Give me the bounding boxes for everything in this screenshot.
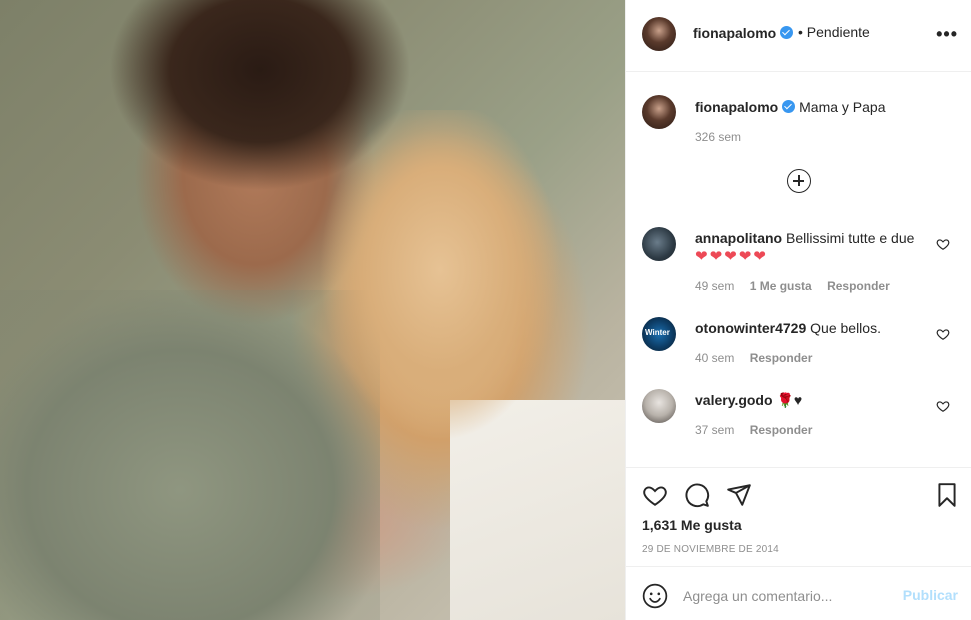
comment-time[interactable]: 40 sem [695,351,734,365]
comment-meta: 49 sem 1 Me gusta Responder [695,279,902,293]
commenter-avatar[interactable]: Winter [642,317,676,351]
bookmark-icon[interactable] [934,482,960,508]
commenter-username[interactable]: annapolitano [695,230,782,246]
commenter-username[interactable]: valery.godo [695,392,773,408]
comment-body: Bellissimi tutte e due [786,230,915,246]
comment-text: annapolitano Bellissimi tutte e due ❤❤❤❤… [695,229,925,266]
comment-text: otonowinter4729 Que bellos. [695,319,925,337]
avatar-text: Winter [645,328,670,337]
caption-username[interactable]: fionapalomo [695,99,778,115]
comment-like-heart-icon[interactable] [936,327,950,341]
post-header: fionapalomo • Pendiente ••• [626,0,971,72]
reply-button[interactable]: Responder [750,351,813,365]
comment-like-heart-icon[interactable] [936,399,950,413]
reply-button[interactable]: Responder [750,423,813,437]
comment-meta: 40 sem Responder [695,351,824,365]
comment-emoji: ❤❤❤❤❤ [695,248,768,265]
caption-body: Mama y Papa [799,99,886,115]
add-comment-bar: Publicar [626,566,971,620]
comment-body: Que bellos. [810,320,881,336]
post-actions: 1,631 Me gusta 29 DE NOVIEMBRE DE 2014 [626,467,971,565]
author-username[interactable]: fionapalomo [693,25,794,41]
photo-region [320,110,560,440]
emoji-icon[interactable] [642,583,668,609]
comment-time[interactable]: 49 sem [695,279,734,293]
comment-text: valery.godo 🌹♥ [695,391,925,409]
comments-list[interactable]: fionapalomo Mama y Papa 326 sem annapoli… [626,73,971,466]
author-avatar[interactable] [642,95,676,129]
share-icon[interactable] [726,482,752,508]
post-photo[interactable] [0,0,625,620]
comment-like-heart-icon[interactable] [936,237,950,251]
commenter-avatar[interactable] [642,389,676,423]
comment-time[interactable]: 37 sem [695,423,734,437]
commenter-avatar[interactable] [642,227,676,261]
reply-button[interactable]: Responder [827,279,890,293]
author-username-link[interactable]: fionapalomo [693,25,776,41]
author-avatar[interactable] [642,17,676,51]
caption-text: fionapalomo Mama y Papa [695,98,886,116]
more-horizontal-icon[interactable]: ••• [936,24,958,45]
caption-time[interactable]: 326 sem [695,130,741,144]
verified-badge-icon [782,100,796,113]
comment-body: 🌹♥ [776,392,803,408]
comment-icon[interactable] [684,482,710,508]
post-details-panel: fionapalomo • Pendiente ••• fionapalomo … [625,0,971,620]
publish-button[interactable]: Publicar [903,587,958,603]
verified-badge-icon [780,26,794,39]
follow-status[interactable]: • Pendiente [798,24,870,40]
load-more-comments-icon[interactable] [787,169,811,193]
comment-meta: 37 sem Responder [695,423,824,437]
heart-icon[interactable] [642,482,668,508]
commenter-username[interactable]: otonowinter4729 [695,320,806,336]
comment-input[interactable] [683,582,883,610]
comment-likes[interactable]: 1 Me gusta [750,279,812,293]
post-date[interactable]: 29 DE NOVIEMBRE DE 2014 [642,544,779,555]
likes-count[interactable]: 1,631 Me gusta [642,517,742,533]
